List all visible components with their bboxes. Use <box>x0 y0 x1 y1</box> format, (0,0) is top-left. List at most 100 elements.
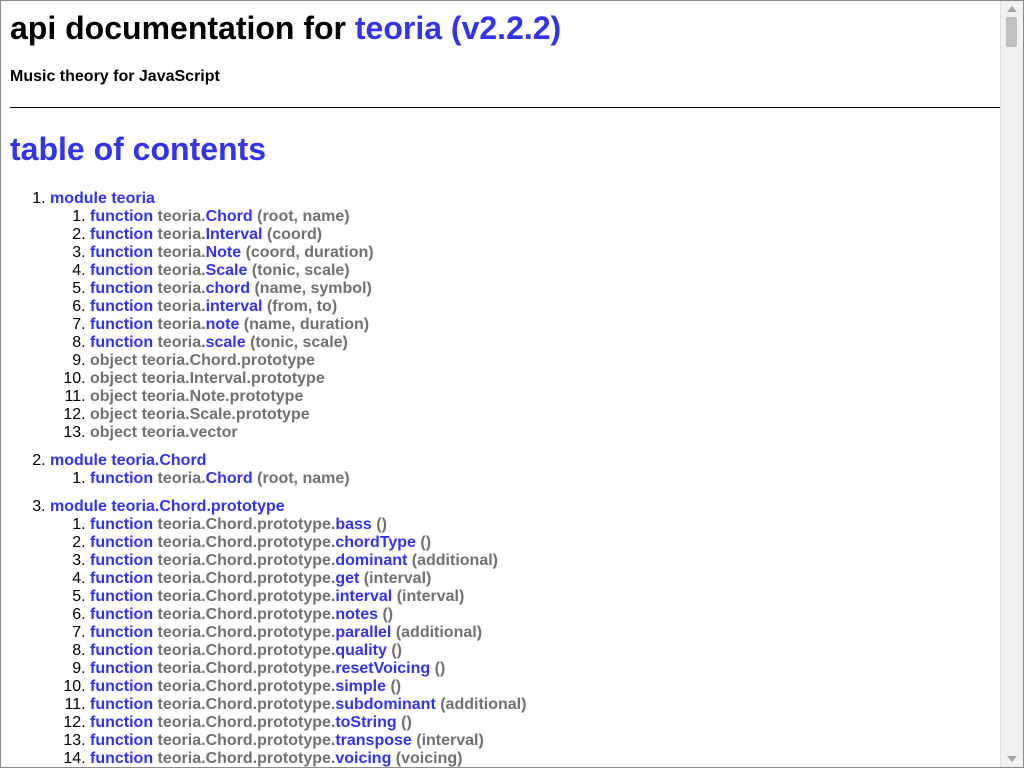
toc-module: module teoria.Chord.prototypefunction te… <box>50 498 1001 768</box>
module-link[interactable]: module teoria.Chord <box>50 452 206 469</box>
function-args: (tonic, scale) <box>251 262 350 279</box>
module-link[interactable]: module teoria.Chord.prototype <box>50 498 285 515</box>
toc-item-list: function teoria. Chord (root, name) functi… <box>50 208 1001 442</box>
function-keyword-link[interactable]: function <box>90 516 153 533</box>
function-keyword-link[interactable]: function <box>90 588 153 605</box>
namespace-prefix: teoria.Chord.prototype. <box>157 552 336 569</box>
page-title-prefix: api documentation for <box>10 10 346 46</box>
function-args: () <box>434 660 446 677</box>
page-title: api documentation for teoria (v2.2.2) <box>10 9 1001 47</box>
function-keyword-link[interactable]: function <box>90 316 153 333</box>
toc-item: function teoria.Chord.prototype.get (int… <box>90 570 1001 588</box>
function-keyword-link[interactable]: function <box>90 714 153 731</box>
function-keyword-link[interactable]: function <box>90 624 153 641</box>
toc-item: function teoria.Chord.prototype.chordTyp… <box>90 534 1001 552</box>
module-link[interactable]: module teoria <box>50 190 155 207</box>
scrollbar-thumb[interactable] <box>1006 17 1017 47</box>
package-name-link[interactable]: teoria (v2.2.2) <box>355 10 561 46</box>
toc-module-list: module teoriafunction teoria.Chord (root… <box>10 190 1001 768</box>
function-keyword-link[interactable]: function <box>90 334 153 351</box>
function-name-link[interactable]: chordType <box>335 534 416 551</box>
package-description: Music theory for JavaScript <box>10 68 220 85</box>
toc-item: function teoria.Chord.prototype.transpos… <box>90 732 1001 750</box>
function-keyword-link[interactable]: function <box>90 298 153 315</box>
function-name-link[interactable]: get <box>335 570 359 587</box>
function-keyword-link[interactable]: function <box>90 678 153 695</box>
function-name-link[interactable]: interval <box>335 588 392 605</box>
function-name-link[interactable]: voicing <box>335 750 391 767</box>
function-name-link[interactable]: interval <box>206 298 263 315</box>
function-keyword-link[interactable]: function <box>90 280 153 297</box>
function-keyword-link[interactable]: function <box>90 750 153 767</box>
function-name-link[interactable]: chord <box>206 280 250 297</box>
namespace-prefix: teoria.Chord.prototype. <box>157 570 336 587</box>
namespace-prefix: teoria. <box>157 334 206 351</box>
function-name-link[interactable]: Note <box>206 244 242 261</box>
function-name-link[interactable]: transpose <box>335 732 411 749</box>
function-name-link[interactable]: Scale <box>206 262 248 279</box>
function-keyword-link[interactable]: function <box>90 262 153 279</box>
function-args: () <box>382 606 394 623</box>
namespace-prefix: teoria.Chord.prototype. <box>157 660 336 677</box>
toc-item: function teoria.Chord.prototype.toString… <box>90 714 1001 732</box>
toc-item: object teoria.Scale.prototype <box>90 406 1001 424</box>
object-entry: object teoria.vector <box>90 424 238 441</box>
toc-item: function teoria.scale (tonic, scale) <box>90 334 1001 352</box>
namespace-prefix: teoria.Chord.prototype. <box>157 714 336 731</box>
function-args: (from, to) <box>266 298 338 315</box>
function-name-link[interactable]: bass <box>335 516 371 533</box>
scroll-down-arrow-icon[interactable] <box>1007 756 1017 762</box>
function-name-link[interactable]: subdominant <box>335 696 435 713</box>
function-name-link[interactable]: parallel <box>335 624 391 641</box>
function-args: () <box>401 714 412 731</box>
toc-item: object teoria.Chord.prototype <box>90 352 1001 370</box>
function-name-link[interactable]: note <box>206 316 240 333</box>
function-keyword-link[interactable]: function <box>90 732 153 749</box>
function-keyword-link[interactable]: function <box>90 570 153 587</box>
function-args: (additional) <box>440 696 527 713</box>
toc-heading[interactable]: table of contents <box>10 130 1001 168</box>
function-name-link[interactable]: quality <box>335 642 387 659</box>
function-keyword-link[interactable]: function <box>90 606 153 623</box>
toc-item: function teoria.Scale (tonic, scale) <box>90 262 1001 280</box>
toc-item: function teoria.Chord.prototype.resetVoi… <box>90 660 1001 678</box>
toc-item: function teoria.Chord.prototype.notes () <box>90 606 1001 624</box>
function-args: (root, name) <box>257 470 350 487</box>
function-keyword-link[interactable]: function <box>90 660 153 677</box>
toc-item: function teoria.Chord.prototype.voicing … <box>90 750 1001 768</box>
function-keyword-link[interactable]: function <box>90 470 153 487</box>
function-keyword-link[interactable]: function <box>90 552 153 569</box>
function-name-link[interactable]: notes <box>335 606 378 623</box>
function-name-link[interactable]: dominant <box>335 552 407 569</box>
scroll-up-arrow-icon[interactable] <box>1007 6 1017 12</box>
function-keyword-link[interactable]: function <box>90 696 153 713</box>
function-keyword-link[interactable]: function <box>90 642 153 659</box>
namespace-prefix: teoria. <box>157 470 206 487</box>
namespace-prefix: teoria. <box>157 280 206 297</box>
function-keyword-link[interactable]: function <box>90 244 153 261</box>
function-keyword-link[interactable]: function <box>90 534 153 551</box>
function-args: (root, name) <box>257 208 350 225</box>
function-args: (interval) <box>416 732 484 749</box>
function-args: () <box>391 642 402 659</box>
function-name-link[interactable]: scale <box>206 334 246 351</box>
namespace-prefix: teoria. <box>157 262 206 279</box>
function-args: (voicing) <box>395 750 463 767</box>
function-name-link[interactable]: Interval <box>206 226 263 243</box>
namespace-prefix: teoria.Chord.prototype. <box>157 642 336 659</box>
document: api documentation for teoria (v2.2.2) Mu… <box>10 1 1001 778</box>
function-name-link[interactable]: Chord <box>206 208 253 225</box>
function-name-link[interactable]: Chord <box>206 470 253 487</box>
header-divider <box>10 107 1001 108</box>
object-entry: object teoria.Scale.prototype <box>90 406 310 423</box>
function-name-link[interactable]: toString <box>335 714 396 731</box>
namespace-prefix: teoria.Chord.prototype. <box>157 732 336 749</box>
function-name-link[interactable]: simple <box>335 678 386 695</box>
function-keyword-link[interactable]: function <box>90 208 153 225</box>
namespace-prefix: teoria.Chord.prototype. <box>157 606 336 623</box>
object-entry: object teoria.Chord.prototype <box>90 352 315 369</box>
function-name-link[interactable]: resetVoicing <box>335 660 430 677</box>
function-args: (name, duration) <box>243 316 370 333</box>
function-keyword-link[interactable]: function <box>90 226 153 243</box>
vertical-scrollbar[interactable] <box>1000 1 1023 767</box>
